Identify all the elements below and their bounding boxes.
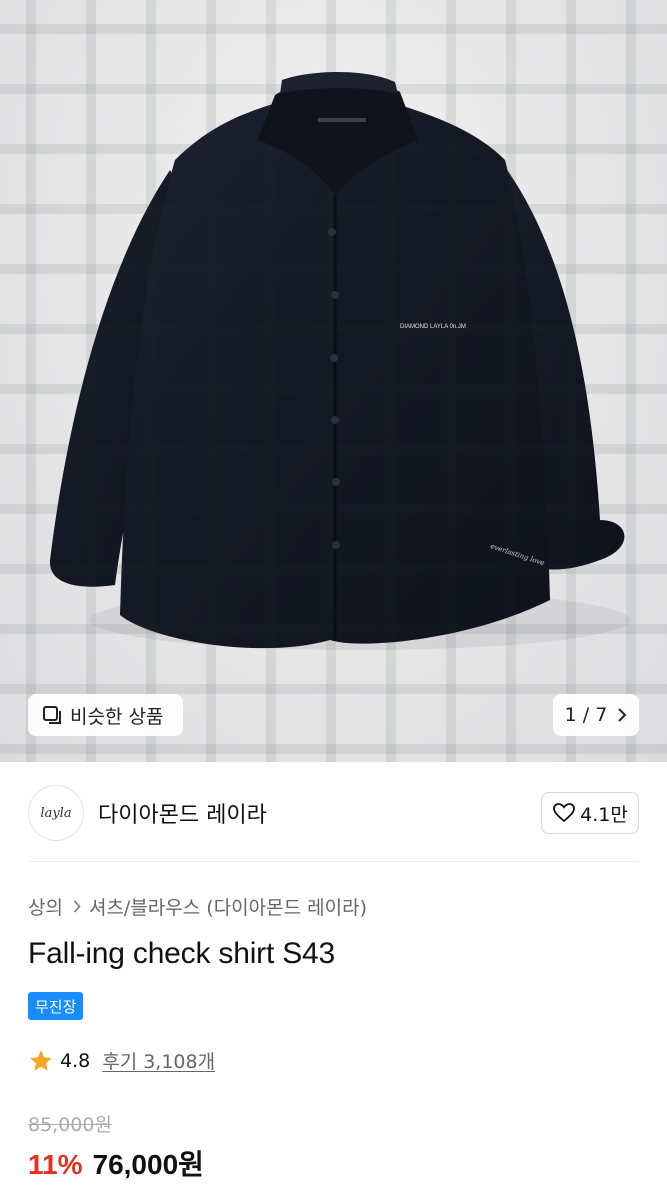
price-row: 11% 76,000원 xyxy=(28,1143,204,1183)
like-button[interactable]: 4.1만 xyxy=(541,792,639,834)
image-counter-text: 1 / 7 xyxy=(564,704,608,726)
product-title: Fall-ing check shirt S43 xyxy=(28,937,335,970)
original-price: 85,000원 xyxy=(28,1114,112,1136)
brand-logo-text: layla xyxy=(40,805,72,821)
sale-price: 76,000원 xyxy=(92,1149,204,1180)
brand-row[interactable]: layla 다이아몬드 레이라 4.1만 xyxy=(28,784,639,842)
pocket-print-text: DIAMOND LAYLA 0n.JM xyxy=(400,324,466,330)
similar-products-label: 비슷한 상품 xyxy=(70,705,164,728)
discount-rate: 11% xyxy=(28,1149,83,1180)
stack-icon xyxy=(42,704,64,726)
breadcrumb-subcategory[interactable]: 셔츠/블라우스 (다이아몬드 레이라) xyxy=(89,893,367,920)
similar-products-button[interactable]: 비슷한 상품 xyxy=(28,694,183,736)
chevron-right-icon xyxy=(73,900,81,913)
chevron-right-icon xyxy=(617,708,627,722)
promo-badge: 무진장 xyxy=(28,992,84,1020)
breadcrumb-category[interactable]: 상의 xyxy=(28,893,63,920)
divider xyxy=(28,861,639,862)
image-counter-button[interactable]: 1 / 7 xyxy=(553,694,639,736)
star-icon xyxy=(30,1049,52,1071)
rating-score: 4.8 xyxy=(60,1049,91,1072)
reviews-link[interactable]: 후기 3,108개 xyxy=(102,1047,215,1074)
breadcrumb: 상의 셔츠/블라우스 (다이아몬드 레이라) xyxy=(28,893,367,920)
product-photo-shirt: DIAMOND LAYLA 0n.JM everlasting love xyxy=(0,0,667,762)
brand-logo[interactable]: layla xyxy=(28,785,84,841)
rating-row: 4.8 후기 3,108개 xyxy=(28,1047,215,1074)
heart-icon xyxy=(552,801,576,825)
product-image-carousel[interactable]: DIAMOND LAYLA 0n.JM everlasting love 비슷한… xyxy=(0,0,667,762)
like-count: 4.1만 xyxy=(580,803,628,826)
brand-name[interactable]: 다이아몬드 레이라 xyxy=(98,797,267,829)
